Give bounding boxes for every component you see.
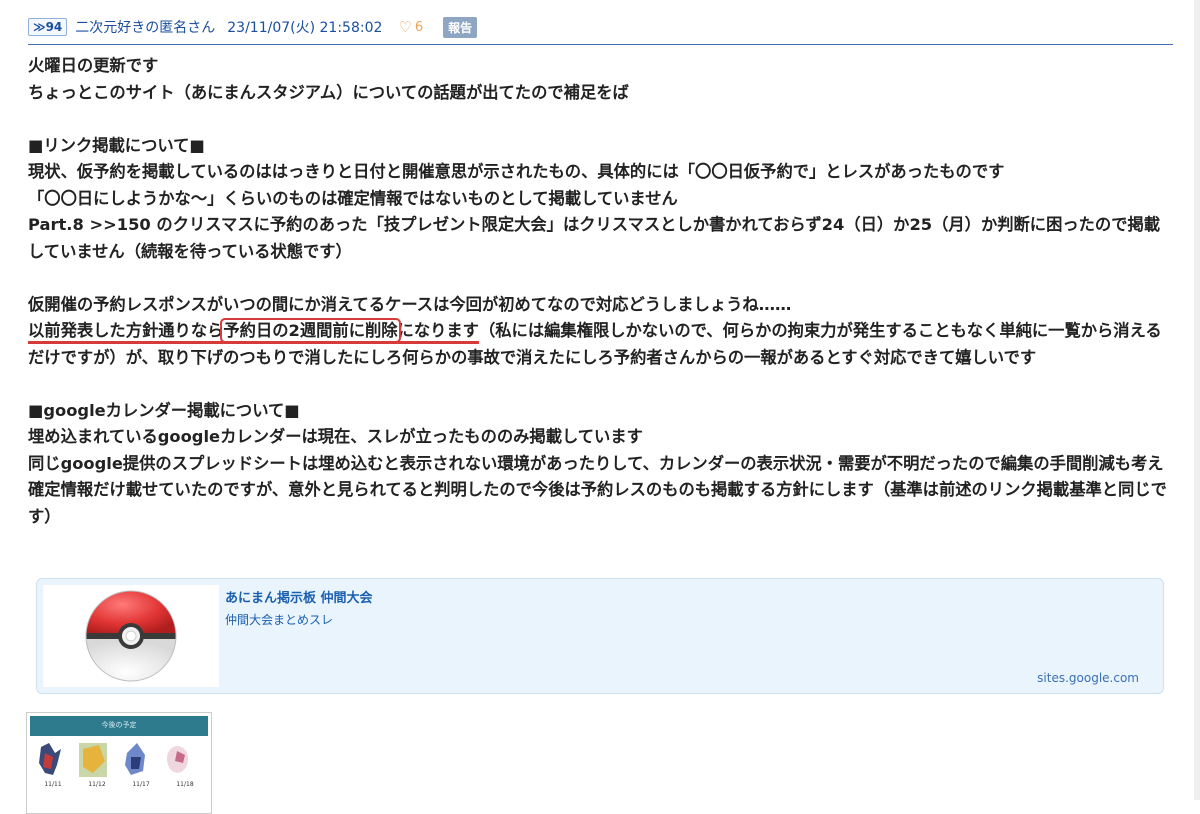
section-heading: ■リンク掲載について■ <box>28 135 205 155</box>
image-date: 11/11 <box>44 781 62 788</box>
pokeball-icon <box>85 590 177 682</box>
card-thumbnail <box>43 585 219 687</box>
report-button[interactable]: 報告 <box>443 16 478 38</box>
body-line: 「〇〇日にしようかな～」くらいのものは確定情報ではないものとして掲載していません <box>28 188 678 208</box>
link-card[interactable]: あにまん掲示板 仲間大会 仲間大会まとめスレ sites.google.com <box>36 578 1164 694</box>
attached-image[interactable]: 今後の予定 11/11 11/12 11/17 11/18 <box>26 712 212 814</box>
underlined-text: 以前発表した方針通りなら <box>28 321 224 340</box>
body-line: 埋め込まれているgoogleカレンダーは現在、スレが立ったもののみ掲載しています <box>28 427 643 446</box>
body-paragraph: 以前発表した方針通りなら予約日の2週間前に削除になります（私には編集権限しかない… <box>28 318 1173 371</box>
section-heading: ■googleカレンダー掲載について■ <box>28 400 300 420</box>
heart-icon: ♡ <box>398 17 412 36</box>
image-date: 11/17 <box>132 781 150 788</box>
body-line: 火曜日の更新です <box>28 56 159 75</box>
post-header: ≫94 二次元好きの匿名さん 23/11/07(火) 21:58:02 ♡ 6 … <box>28 14 1173 45</box>
res-number-link[interactable]: ≫94 <box>28 18 68 36</box>
scrollbar[interactable] <box>1194 0 1200 800</box>
body-line: ちょっとこのサイト（あにまんスタジアム）についての話題が出てたので補足をば <box>28 82 629 102</box>
post-body: 火曜日の更新です ちょっとこのサイト（あにまんスタジアム）についての話題が出てた… <box>28 53 1173 530</box>
post-datetime: 23/11/07(火) 21:58:02 <box>227 20 383 36</box>
body-line: Part.8 >>150 のクリスマスに予約のあった「技プレゼント限定大会」はク… <box>28 215 1161 261</box>
card-description: 仲間大会まとめスレ <box>225 613 334 627</box>
card-domain: sites.google.com <box>1037 671 1139 685</box>
like-button[interactable]: ♡ 6 <box>398 17 424 36</box>
body-line: 同じgoogle提供のスプレッドシートは埋め込むと表示されない環境があったりして… <box>28 453 1167 526</box>
underlined-text: になります <box>397 321 479 340</box>
body-line: 現状、仮予約を掲載しているのははっきりと日付と開催意思が示されたもの、具体的には… <box>28 162 1005 181</box>
image-date: 11/12 <box>88 781 106 788</box>
boxed-text: 予約日の2週間前に削除 <box>220 318 401 343</box>
author-name: 二次元好きの匿名さん <box>75 20 216 36</box>
image-date: 11/18 <box>176 781 194 788</box>
card-title[interactable]: あにまん掲示板 仲間大会 <box>225 587 373 606</box>
body-line: 仮開催の予約レスポンスがいつの間にか消えてるケースは今回が初めてなので対応どうし… <box>28 294 792 314</box>
post: ≫94 二次元好きの匿名さん 23/11/07(火) 21:58:02 ♡ 6 … <box>28 14 1173 530</box>
like-count: 6 <box>414 19 424 35</box>
pokemon-illustrations <box>39 743 189 777</box>
